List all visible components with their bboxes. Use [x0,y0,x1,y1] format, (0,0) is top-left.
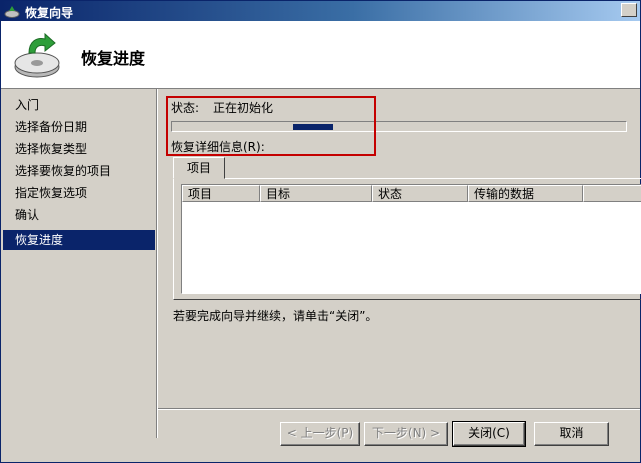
wizard-steps-sidebar: 入门 选择备份日期 选择恢复类型 选择要恢复的项目 指定恢复选项 确认 恢复进度 [3,89,156,438]
cancel-button[interactable]: 取消 [534,422,609,446]
step-select-recovery-type: 选择恢复类型 [15,142,88,156]
status-value: 正在初始化 [213,101,274,115]
status-label: 状态: [171,101,200,115]
next-button[interactable]: 下一步(N) > [364,422,448,446]
recovery-details-label: 恢复详细信息(R): [171,140,265,154]
progress-bar [171,121,627,132]
recovery-items-list[interactable]: 项目 目标 状态 传输的数据 [181,184,641,294]
wizard-app-icon [4,6,20,18]
column-header-filler [583,185,641,202]
column-header-item[interactable]: 项目 [182,185,260,202]
step-confirmation: 确认 [15,208,40,222]
backup-restore-icon [14,32,60,78]
restore-wizard-window: 恢复向导 恢复进度 入门 选择备份日期 选择恢复类型 选择要恢复的项目 指定恢复… [0,0,641,463]
step-select-items: 选择要恢复的项目 [15,164,112,178]
step-select-backup-date: 选择备份日期 [15,120,88,134]
progress-marquee-chunk [293,124,333,130]
window-close-button[interactable] [621,3,637,17]
column-header-status[interactable]: 状态 [372,185,468,202]
step-getting-started: 入门 [15,98,40,112]
window-title: 恢复向导 [25,6,74,20]
tab-items[interactable]: 项目 [173,157,225,179]
page-title: 恢复进度 [81,49,146,68]
back-button[interactable]: < 上一步(P) [280,422,360,446]
title-bar[interactable]: 恢复向导 [1,1,640,21]
step-specify-options: 指定恢复选项 [15,186,88,200]
finish-instruction: 若要完成向导并继续，请单击“关闭”。 [173,309,378,323]
column-header-data-transferred[interactable]: 传输的数据 [468,185,583,202]
button-area-separator [158,408,640,410]
items-tab-panel: 项目 目标 状态 传输的数据 [173,178,641,300]
close-button[interactable]: 关闭(C) [452,421,526,447]
step-recovery-progress: 恢复进度 [3,230,155,250]
wizard-header: 恢复进度 [1,21,640,89]
progress-panel: 状态: 正在初始化 恢复详细信息(R): 项目 项目 目标 状态 传输的数据 若… [158,89,641,409]
column-header-destination[interactable]: 目标 [260,185,372,202]
